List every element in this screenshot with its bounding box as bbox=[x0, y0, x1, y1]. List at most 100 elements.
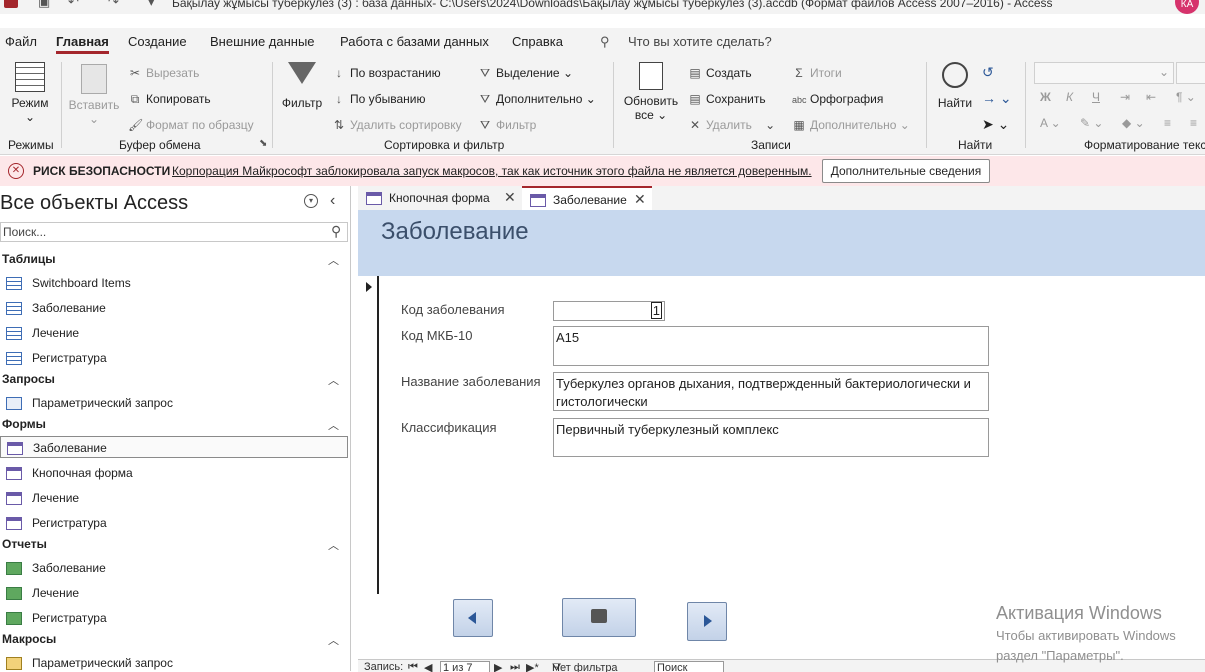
record-selector[interactable] bbox=[358, 276, 379, 594]
nav-item-form[interactable]: Регистратура bbox=[0, 512, 348, 534]
section-tables[interactable]: Таблицы bbox=[2, 252, 55, 266]
find-button[interactable]: Найти bbox=[933, 62, 977, 110]
nav-item-macro[interactable]: Параметрический запрос bbox=[0, 652, 348, 671]
group-format-label: Форматирование текста bbox=[1084, 138, 1205, 152]
nav-item-report[interactable]: Лечение bbox=[0, 582, 348, 604]
tell-me-input[interactable]: Что вы хотите сделать? bbox=[628, 34, 772, 49]
selection-button[interactable]: ⛛ Выделение ⌄ bbox=[478, 66, 573, 81]
next-record-button[interactable] bbox=[687, 602, 727, 641]
align-left-icon[interactable]: ≡ bbox=[1164, 116, 1171, 130]
nav-menu-icon[interactable]: ▾ bbox=[304, 194, 318, 208]
group-sort-filter-label: Сортировка и фильтр bbox=[384, 138, 505, 152]
increase-indent-icon[interactable]: ⇥ bbox=[1120, 90, 1130, 104]
nav-item-form[interactable]: Лечение bbox=[0, 487, 348, 509]
italic-button[interactable]: К bbox=[1066, 90, 1073, 104]
sort-ascending-button[interactable]: ↓ По возрастанию bbox=[332, 66, 441, 80]
totals-button[interactable]: Σ Итоги bbox=[792, 66, 841, 80]
first-record-icon[interactable]: ⏮ bbox=[408, 661, 418, 672]
new-record-button[interactable]: ▤ Создать bbox=[688, 66, 751, 80]
previous-record-button[interactable] bbox=[453, 599, 493, 637]
save-icon[interactable]: ▣ bbox=[38, 0, 50, 10]
customize-quick-access-icon[interactable]: ▾ bbox=[148, 0, 155, 10]
disease-code-field[interactable]: 1 bbox=[553, 301, 665, 321]
format-painter-button[interactable]: 🖌 Формат по образцу bbox=[128, 118, 254, 132]
chevron-up-icon[interactable]: ︿ bbox=[328, 537, 339, 553]
chevron-up-icon[interactable]: ︿ bbox=[328, 252, 339, 268]
menu-home[interactable]: Главная bbox=[56, 34, 109, 54]
font-name-select[interactable]: ⌄ bbox=[1034, 62, 1174, 84]
section-reports[interactable]: Отчеты bbox=[2, 537, 47, 551]
nav-item-table[interactable]: Заболевание bbox=[0, 297, 348, 319]
icd-code-field[interactable]: A15 bbox=[553, 326, 989, 366]
goto-icon[interactable]: → ⌄ bbox=[982, 90, 1012, 107]
more-info-button[interactable]: Дополнительные сведения bbox=[822, 159, 990, 183]
security-message-link[interactable]: Корпорация Майкрософт заблокировала запу… bbox=[172, 164, 812, 178]
close-icon[interactable]: ✕ bbox=[634, 191, 646, 208]
next-record-icon[interactable]: ▶ bbox=[494, 661, 502, 672]
section-macros[interactable]: Макросы bbox=[2, 632, 56, 646]
filter-button[interactable]: Фильтр bbox=[278, 62, 326, 110]
nav-item-query[interactable]: Параметрический запрос bbox=[0, 392, 348, 414]
bold-button[interactable]: Ж bbox=[1040, 90, 1051, 104]
menu-database-tools[interactable]: Работа с базами данных bbox=[340, 34, 489, 49]
advanced-filter-button[interactable]: ⛛ Дополнительно ⌄ bbox=[478, 92, 596, 107]
spelling-button[interactable]: abc Орфография bbox=[792, 92, 883, 106]
nav-item-form[interactable]: Кнопочная форма bbox=[0, 462, 348, 484]
replace-icon[interactable]: ↺ bbox=[982, 64, 994, 81]
tab-switchboard-form[interactable]: Кнопочная форма ✕ bbox=[358, 186, 522, 210]
fill-color-icon[interactable]: ◆ ⌄ bbox=[1122, 116, 1145, 130]
classification-field[interactable]: Первичный туберкулезный комплекс bbox=[553, 418, 989, 457]
nav-item-table[interactable]: Switchboard Items bbox=[0, 272, 348, 294]
nav-item-form-selected[interactable]: Заболевание bbox=[0, 436, 348, 458]
prev-record-icon[interactable]: ◀ bbox=[424, 661, 432, 672]
avatar[interactable]: КА bbox=[1175, 0, 1199, 14]
save-record-button[interactable]: ▤ Сохранить bbox=[688, 92, 765, 106]
chevron-up-icon[interactable]: ︿ bbox=[328, 632, 339, 648]
tab-disease-form[interactable]: Заболевание ✕ bbox=[522, 186, 652, 210]
chevron-up-icon[interactable]: ︿ bbox=[328, 372, 339, 388]
print-button[interactable] bbox=[562, 598, 636, 637]
refresh-all-button[interactable]: Обновить все ⌄ bbox=[620, 62, 682, 122]
font-color-icon[interactable]: A ⌄ bbox=[1040, 116, 1061, 130]
section-forms[interactable]: Формы bbox=[2, 417, 46, 431]
last-record-icon[interactable]: ⏭ bbox=[510, 661, 520, 672]
underline-button[interactable]: Ч bbox=[1092, 90, 1100, 104]
disease-name-field[interactable]: Туберкулез органов дыхания, подтвержденн… bbox=[553, 372, 989, 411]
menu-create[interactable]: Создание bbox=[128, 34, 187, 49]
search-icon[interactable]: ⚲ bbox=[331, 223, 341, 240]
toggle-filter-button[interactable]: ⛛ Фильтр bbox=[478, 118, 536, 133]
delete-record-button[interactable]: ✕ Удалить ⌄ bbox=[688, 118, 775, 132]
highlight-icon[interactable]: ✎ ⌄ bbox=[1080, 116, 1103, 130]
nav-search-input[interactable]: Поиск... ⚲ bbox=[0, 222, 348, 242]
paragraph-icon[interactable]: ¶ ⌄ bbox=[1176, 90, 1196, 104]
collapse-pane-icon[interactable]: ‹ bbox=[330, 192, 335, 210]
menu-file[interactable]: Файл bbox=[5, 34, 37, 49]
menu-external-data[interactable]: Внешние данные bbox=[210, 34, 315, 49]
select-icon[interactable]: ➤ ⌄ bbox=[982, 116, 1009, 133]
undo-icon[interactable]: ↶ bbox=[68, 0, 79, 10]
paste-button[interactable]: Вставить ⌄ bbox=[66, 64, 122, 126]
nav-item-report[interactable]: Заболевание bbox=[0, 557, 348, 579]
font-size-select[interactable] bbox=[1176, 62, 1205, 84]
nav-item-table[interactable]: Регистратура bbox=[0, 347, 348, 369]
record-search-input[interactable]: Поиск bbox=[654, 661, 724, 672]
nav-item-report[interactable]: Регистратура bbox=[0, 607, 348, 629]
record-position-input[interactable]: 1 из 7 bbox=[440, 661, 490, 672]
view-mode-button[interactable]: Режим ⌄ bbox=[8, 62, 52, 124]
sort-descending-button[interactable]: ↓ По убыванию bbox=[332, 92, 426, 106]
new-record-icon[interactable]: ▶* bbox=[526, 661, 539, 672]
chevron-up-icon[interactable]: ︿ bbox=[328, 417, 339, 433]
cut-button[interactable]: ✂ Вырезать bbox=[128, 66, 199, 80]
align-center-icon[interactable]: ≡ bbox=[1190, 116, 1197, 130]
decrease-indent-icon[interactable]: ⇤ bbox=[1146, 90, 1156, 104]
nav-item-table[interactable]: Лечение bbox=[0, 322, 348, 344]
copy-button[interactable]: ⧉ Копировать bbox=[128, 92, 211, 107]
remove-sort-button[interactable]: ⇅ Удалить сортировку bbox=[332, 118, 462, 132]
menu-help[interactable]: Справка bbox=[512, 34, 563, 49]
section-queries[interactable]: Запросы bbox=[2, 372, 55, 386]
redo-icon[interactable]: ↷ bbox=[108, 0, 119, 10]
advanced-filter-label: Дополнительно bbox=[496, 92, 583, 106]
close-icon[interactable]: ✕ bbox=[504, 189, 516, 206]
dialog-launcher-icon[interactable]: ⬊ bbox=[259, 138, 267, 149]
more-records-button[interactable]: ▦ Дополнительно ⌄ bbox=[792, 118, 909, 132]
